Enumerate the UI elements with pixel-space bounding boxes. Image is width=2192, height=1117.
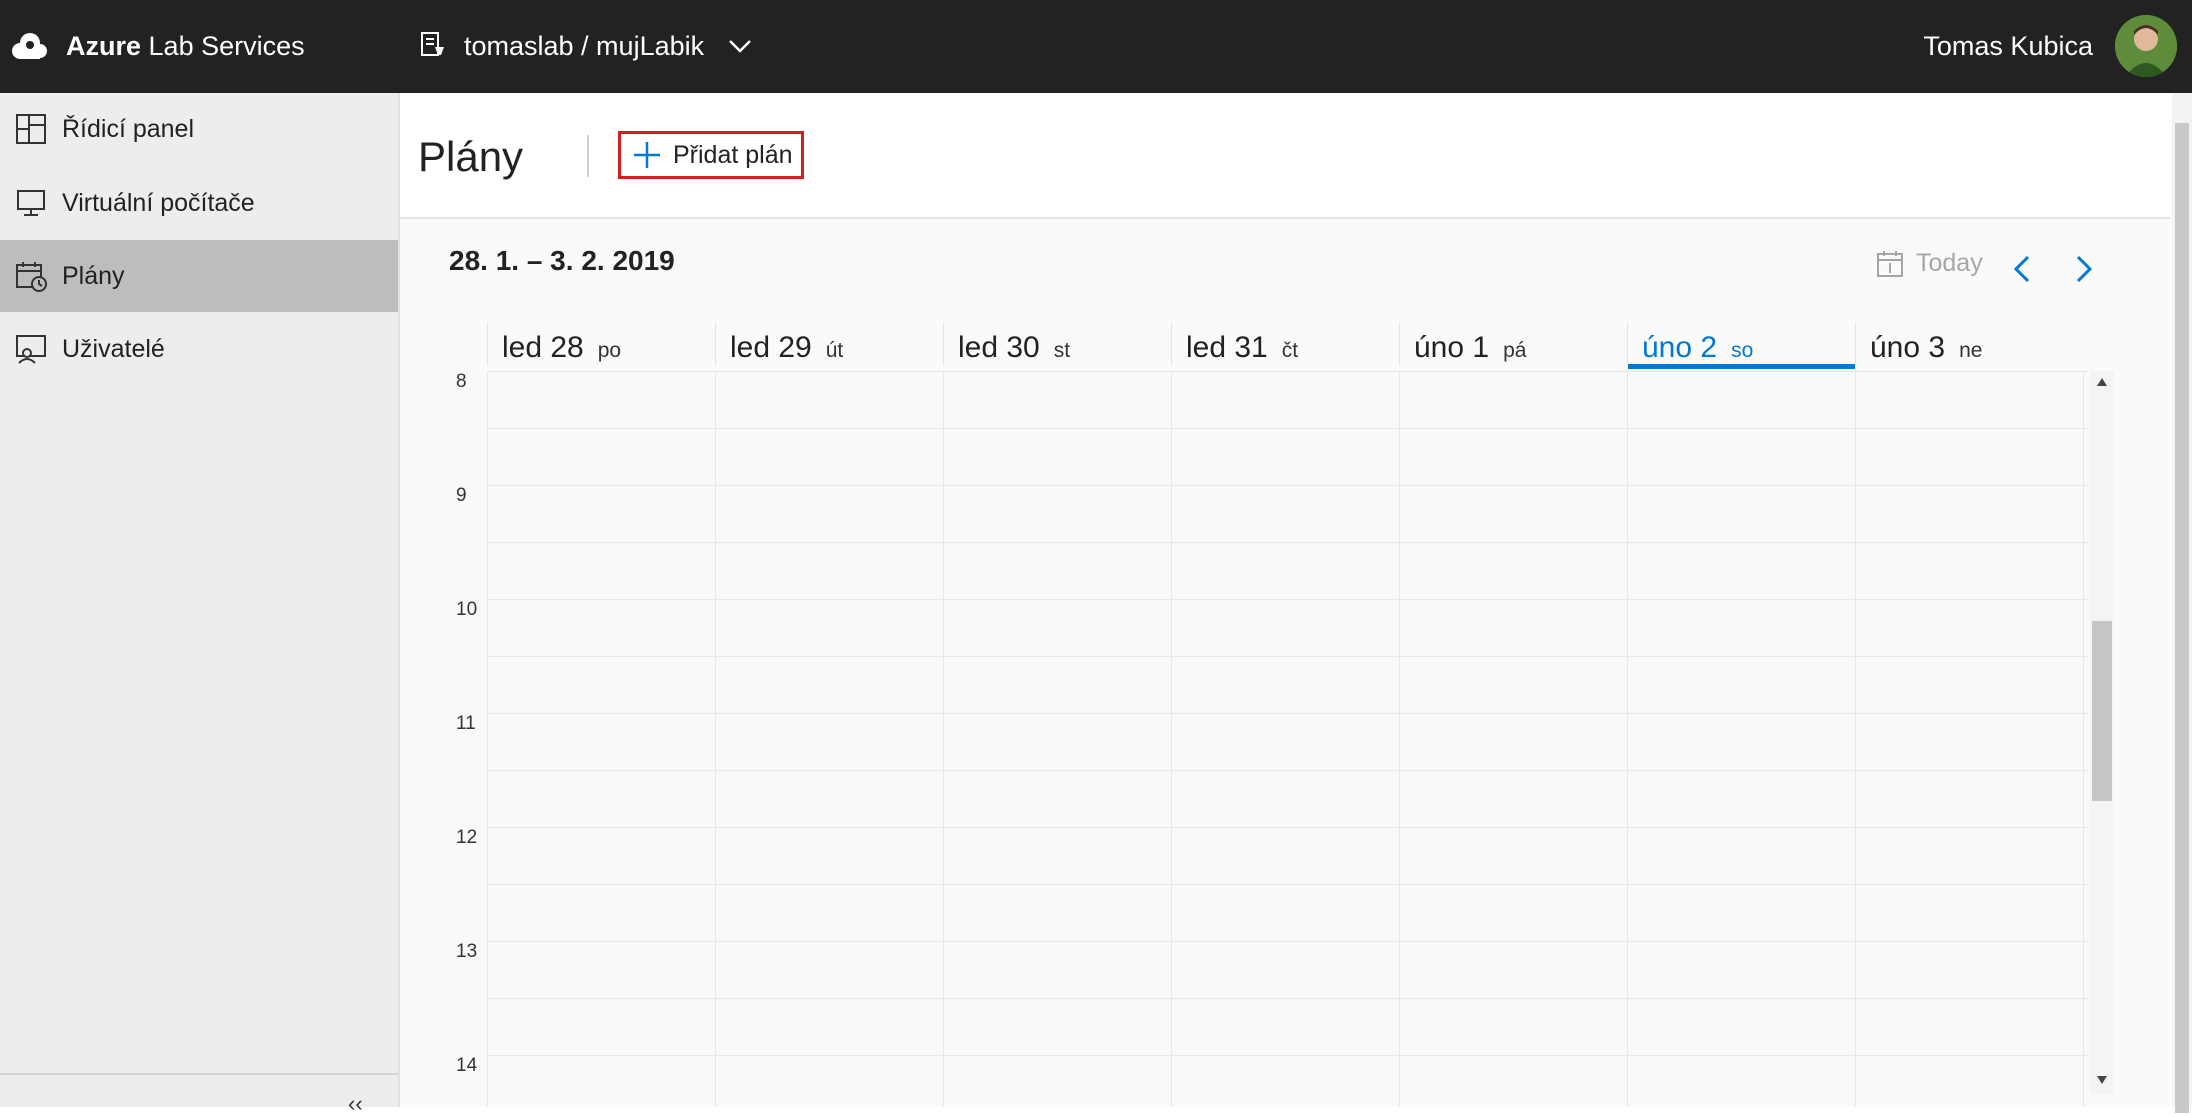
grid-row-line [488,656,2088,657]
grid-row-line [488,485,2088,486]
grid-row-line [488,770,2088,771]
calendar-today-icon [1877,250,1903,277]
sidebar-item-label: Plány [62,261,125,290]
user-menu[interactable]: Tomas Kubica [1923,12,2177,80]
grid-row-line [488,998,2088,999]
day-header[interactable]: úno 3 ne [1855,323,2083,365]
day-header[interactable]: led 31 čt [1171,323,1399,365]
user-avatar-icon [2115,15,2177,77]
grid-column-line [715,371,716,1107]
users-icon [14,332,48,366]
page-scrollbar-thumb[interactable] [2175,123,2189,1113]
collapse-sidebar-button[interactable]: ‹‹ [348,1091,363,1117]
scroll-down-arrow-icon[interactable] [2096,1075,2108,1085]
grid-row-line [488,542,2088,543]
day-header[interactable]: led 29 út [715,323,943,365]
day-header-current[interactable]: úno 2 so [1627,323,1855,369]
grid-row-line [488,599,2088,600]
grid-column-line [487,371,488,1107]
hour-label: 10 [456,599,478,620]
schedule-calendar-icon [14,259,48,293]
page-title: Plány [418,133,524,180]
grid-row-line [488,827,2088,828]
sidebar-item-label: Virtuální počítače [62,188,255,217]
user-name: Tomas Kubica [1923,30,2093,61]
day-header[interactable]: úno 1 pá [1399,323,1627,365]
chevron-down-icon [729,40,752,53]
sidebar-item-virtual-machines[interactable]: Virtuální počítače [0,167,398,239]
sidebar-item-schedules[interactable]: Plány [0,240,398,312]
hour-label: 8 [456,371,467,392]
sidebar: Řídicí panel Virtuální počítače Plány Už… [0,93,400,1116]
add-schedule-label: Přidat plán [673,140,793,169]
calendar-day-headers: led 28 po led 29 út led 30st led 31 čt úno … [487,323,2117,369]
sidebar-item-users[interactable]: Uživatelé [0,313,398,385]
day-header[interactable]: led 30st [943,323,1171,365]
sidebar-divider [0,1073,398,1075]
grid-column-line [943,371,944,1107]
grid-row-line [488,428,2088,429]
calendar-scrollbar[interactable] [2090,371,2114,1095]
avatar[interactable] [2115,15,2177,77]
sidebar-item-label: Řídicí panel [62,114,195,143]
hour-label: 12 [456,827,478,848]
command-bar: Plány Přidat plán [400,93,2170,219]
grid-row-line [488,713,2088,714]
grid-column-line [1855,371,1856,1107]
date-range-label: 28. 1. – 3. 2. 2019 [449,245,675,276]
azure-lab-cloud-icon [12,33,47,59]
scrollbar-thumb[interactable] [2092,621,2112,801]
divider [587,135,589,177]
top-bar: Azure Lab Services tomaslab / mujLabik T… [0,0,2192,93]
dashboard-icon [14,112,48,146]
grid-column-line [2083,371,2084,1107]
main-content: Plány Přidat plán 28. 1. – 3. 2. 2019 To… [400,93,2170,1107]
lab-selector[interactable]: tomaslab / mujLabik [420,22,752,70]
today-label: Today [1916,249,1983,277]
grid-row-line [488,941,2088,942]
grid-row-line [488,884,2088,885]
grid-column-line [1171,371,1172,1107]
plus-icon [634,142,660,168]
brand[interactable]: Azure Lab Services [10,22,305,70]
sidebar-item-dashboard[interactable]: Řídicí panel [0,93,398,165]
grid-column-line [1399,371,1400,1107]
hour-label: 11 [456,713,476,734]
previous-week-arrow-icon[interactable] [2012,255,2032,283]
day-header[interactable]: led 28 po [487,323,715,365]
page-scrollbar[interactable] [2172,93,2192,1113]
grid-column-line [1627,371,1628,1107]
lab-document-icon [421,32,444,56]
lab-selector-label: tomaslab / mujLabik [464,30,705,61]
grid-row-line [488,1055,2088,1056]
scroll-up-arrow-icon[interactable] [2096,377,2108,387]
sidebar-item-label: Uživatelé [62,334,165,363]
next-week-arrow-icon[interactable] [2074,255,2094,283]
calendar-time-grid[interactable]: 8 9 10 11 12 13 14 [448,371,2088,1107]
today-button[interactable]: Today [1876,249,1983,278]
hour-label: 9 [456,485,467,506]
app-title: Azure Lab Services [66,30,305,61]
hour-label: 14 [456,1055,478,1076]
add-schedule-button[interactable]: Přidat plán [618,131,804,179]
hour-label: 13 [456,941,478,962]
grid-row-line [488,371,2088,372]
monitor-icon [14,186,48,220]
